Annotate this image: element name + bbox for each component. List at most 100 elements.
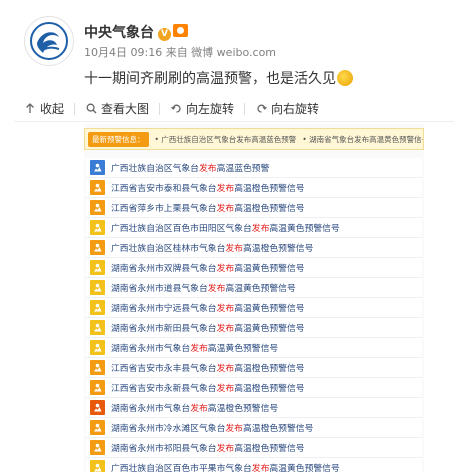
- alert-row: 湖南省永州市宁远县气象台 发布 高温黄色预警信号: [86, 298, 422, 318]
- alert-row: 湖南省永州市新田县气象台 发布 高温黄色预警信号: [86, 318, 422, 338]
- high-temp-warning-icon: [90, 340, 105, 355]
- alert-issuer: 湖南省永州市气象台: [111, 344, 191, 354]
- alert-type: 高温橙色预警信号: [207, 404, 279, 414]
- alert-verb: 发布: [251, 224, 270, 234]
- alert-type: 高温黄色预警信号: [207, 344, 279, 354]
- alert-verb: 发布: [216, 204, 235, 214]
- alert-row: 广西壮族自治区百色市平果市气象台 发布 高温黄色预警信号: [86, 458, 422, 472]
- alert-list: 广西壮族自治区气象台 发布 高温蓝色预警 江西省吉安市泰和县气象台 发布 高温橙色预警信号…: [86, 158, 422, 472]
- verified-badge-icon: V: [158, 28, 171, 41]
- alert-type: 高温黄色预警信号: [234, 304, 305, 314]
- high-temp-warning-icon: [90, 420, 105, 435]
- post-text-content: 十一期间齐刷刷的高温预警，也是活久见: [84, 71, 336, 87]
- alert-issuer: 湖南省永州市祁阳县气象台: [111, 444, 217, 454]
- alert-verb: 发布: [251, 464, 270, 472]
- toolbar-divider: [159, 102, 161, 115]
- cma-logo-icon: [30, 22, 68, 60]
- alert-verb: 发布: [216, 364, 235, 374]
- author-name-text[interactable]: 中央气象台: [84, 25, 154, 41]
- alert-verb: 发布: [198, 164, 217, 174]
- alert-issuer: 江西省萍乡市上栗县气象台: [111, 204, 217, 214]
- alert-row: 江西省吉安市永丰县气象台 发布 高温橙色预警信号: [86, 358, 422, 378]
- alert-verb: 发布: [190, 404, 208, 414]
- alert-type: 高温橙色预警信号: [234, 444, 305, 454]
- alert-verb: 发布: [225, 244, 243, 254]
- alert-row: 广西壮族自治区气象台 发布 高温蓝色预警: [86, 158, 422, 178]
- image-toolbar: 收起 查看大图 向左旋转 向右旋转: [14, 96, 454, 122]
- high-temp-warning-icon: [90, 200, 105, 215]
- high-temp-warning-icon: [90, 240, 105, 255]
- high-temp-warning-icon: [90, 460, 105, 472]
- latest-warnings-bar: 最新预警信息： • 广西壮族自治区气象台发布高温蓝色预警 • 湖南省气象台发布高…: [84, 128, 424, 150]
- avatar[interactable]: [24, 16, 74, 66]
- rotate-right-label: 向右旋转: [271, 102, 320, 116]
- member-icon[interactable]: [173, 24, 188, 37]
- alert-type: 高温橙色预警信号: [234, 204, 305, 214]
- high-temp-warning-icon: [90, 440, 105, 455]
- alert-issuer: 江西省吉安市永丰县气象台: [111, 364, 217, 374]
- alert-type: 高温橙色预警信号: [242, 244, 314, 254]
- rotate-left-label: 向左旋转: [186, 102, 235, 116]
- post-image[interactable]: 最新预警信息： • 广西壮族自治区气象台发布高温蓝色预警 • 湖南省气象台发布高…: [84, 124, 424, 472]
- alert-issuer: 湖南省永州市新田县气象台: [111, 324, 217, 334]
- alert-row: 湖南省永州市气象台 发布 高温橙色预警信号: [86, 398, 422, 418]
- view-large-button[interactable]: 查看大图: [85, 100, 149, 117]
- alert-row: 湖南省永州市冷水滩区气象台 发布 高温橙色预警信号: [86, 418, 422, 438]
- alert-issuer: 广西壮族自治区气象台: [111, 164, 199, 174]
- alert-type: 高温黄色预警信号: [234, 264, 305, 274]
- alert-type: 高温黄色预警信号: [269, 224, 340, 234]
- collapse-arrow-icon: [24, 103, 36, 115]
- rotate-left-button[interactable]: 向左旋转: [170, 100, 234, 117]
- alert-verb: 发布: [216, 304, 235, 314]
- alert-verb: 发布: [207, 284, 226, 294]
- alert-row: 江西省萍乡市上栗县气象台 发布 高温橙色预警信号: [86, 198, 422, 218]
- alert-row: 湖南省永州市双牌县气象台 发布 高温黄色预警信号: [86, 258, 422, 278]
- high-temp-warning-icon: [90, 260, 105, 275]
- author-name[interactable]: 中央气象台 V: [84, 22, 188, 42]
- rotate-right-button[interactable]: 向右旋转: [255, 100, 319, 117]
- latest-warnings-tag: 最新预警信息：: [88, 131, 149, 147]
- alert-issuer: 江西省吉安市泰和县气象台: [111, 184, 217, 194]
- high-temp-warning-icon: [90, 320, 105, 335]
- high-temp-warning-icon: [90, 400, 105, 415]
- alert-issuer: 江西省吉安市永新县气象台: [111, 384, 217, 394]
- latest-warning-item: • 湖南省气象台发布高温黄色预警信号: [302, 134, 424, 144]
- emoji-icon: [337, 70, 353, 86]
- toolbar-divider: [244, 102, 246, 115]
- alert-row: 江西省吉安市泰和县气象台 发布 高温橙色预警信号: [86, 178, 422, 198]
- high-temp-warning-icon: [90, 300, 105, 315]
- collapse-button[interactable]: 收起: [24, 100, 64, 117]
- toolbar-divider: [74, 102, 76, 115]
- alert-issuer: 广西壮族自治区百色市田阳区气象台: [111, 224, 252, 234]
- alert-issuer: 湖南省永州市宁远县气象台: [111, 304, 217, 314]
- alert-row: 湖南省永州市气象台 发布 高温黄色预警信号: [86, 338, 422, 358]
- alert-row: 广西壮族自治区桂林市气象台 发布 高温橙色预警信号: [86, 238, 422, 258]
- alert-row: 湖南省永州市祁阳县气象台 发布 高温橙色预警信号: [86, 438, 422, 458]
- alert-row: 广西壮族自治区百色市田阳区气象台 发布 高温黄色预警信号: [86, 218, 422, 238]
- rotate-right-icon: [255, 103, 267, 115]
- post-meta: 10月4日 09:16 来自 微博 weibo.com: [84, 46, 277, 59]
- alert-verb: 发布: [216, 444, 235, 454]
- alert-issuer: 湖南省永州市道县气象台: [111, 284, 208, 294]
- alert-issuer: 湖南省永州市气象台: [111, 404, 191, 414]
- alert-verb: 发布: [216, 384, 235, 394]
- alert-verb: 发布: [225, 424, 243, 434]
- rotate-left-icon: [170, 103, 182, 115]
- alert-type: 高温黄色预警信号: [269, 464, 340, 472]
- high-temp-warning-icon: [90, 180, 105, 195]
- alert-verb: 发布: [190, 344, 208, 354]
- alert-verb: 发布: [216, 324, 235, 334]
- collapse-label: 收起: [40, 102, 65, 116]
- alert-verb: 发布: [216, 184, 235, 194]
- high-temp-warning-icon: [90, 220, 105, 235]
- alert-type: 高温橙色预警信号: [234, 384, 305, 394]
- alert-issuer: 广西壮族自治区百色市平果市气象台: [111, 464, 252, 472]
- high-temp-warning-icon: [90, 280, 105, 295]
- alert-type: 高温黄色预警信号: [225, 284, 296, 294]
- alert-type: 高温蓝色预警: [216, 164, 270, 174]
- alert-row: 江西省吉安市永新县气象台 发布 高温橙色预警信号: [86, 378, 422, 398]
- alert-type: 高温橙色预警信号: [242, 424, 314, 434]
- post-text: 十一期间齐刷刷的高温预警，也是活久见: [84, 68, 353, 88]
- view-large-label: 查看大图: [101, 102, 150, 116]
- alert-type: 高温橙色预警信号: [234, 184, 305, 194]
